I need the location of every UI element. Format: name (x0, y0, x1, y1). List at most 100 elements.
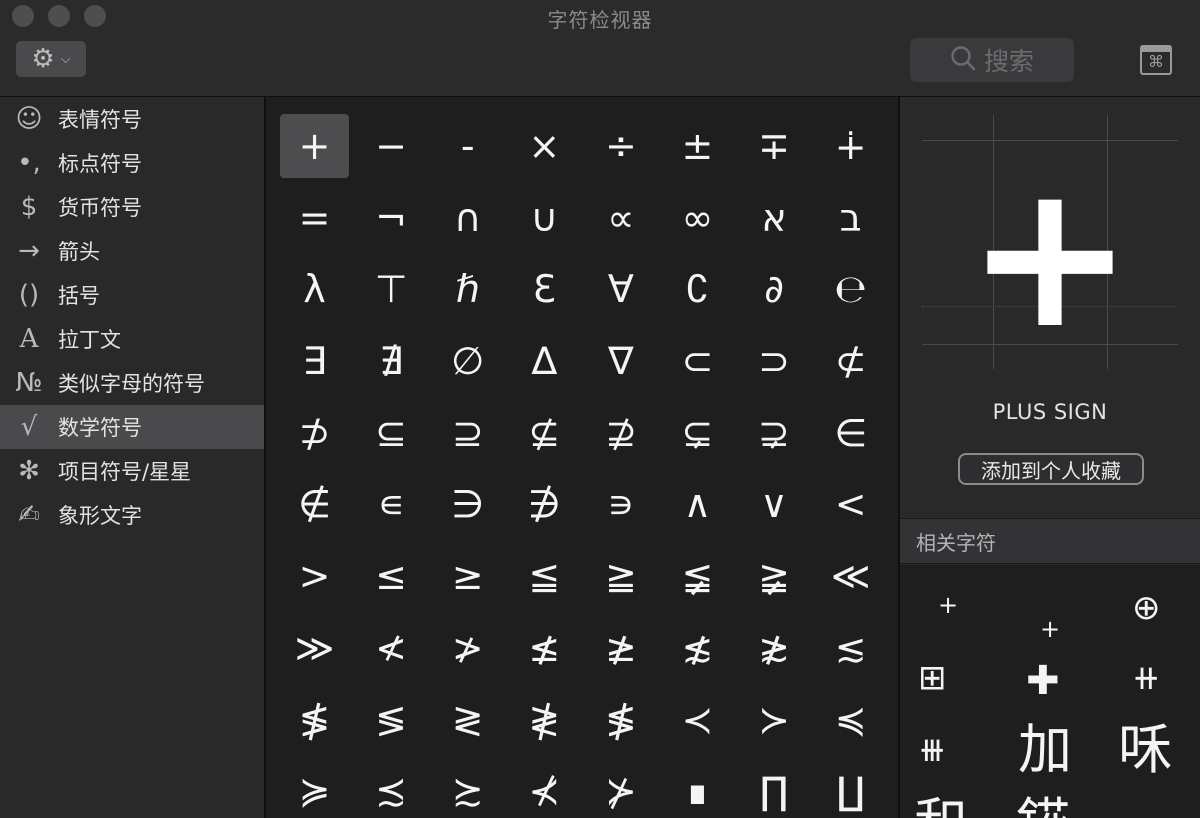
character-cell[interactable]: ≸ (586, 688, 655, 752)
related-character[interactable]: ⊞ (918, 661, 947, 695)
character-cell[interactable]: ≹ (510, 688, 579, 752)
character-cell[interactable]: ∔ (816, 114, 885, 178)
character-cell[interactable]: ≧ (586, 544, 655, 608)
character-cell[interactable]: ∇ (586, 329, 655, 393)
character-cell[interactable]: ≲ (816, 616, 885, 680)
sidebar-item-3[interactable]: → 箭头 (0, 229, 264, 273)
action-menu-button[interactable]: ⚙ ⌵ (16, 41, 86, 77)
character-cell[interactable]: ⊂ (663, 329, 732, 393)
sidebar-item-2[interactable]: $ 货币符号 (0, 185, 264, 229)
character-cell[interactable]: ∄ (357, 329, 426, 393)
character-cell[interactable]: ≾ (357, 759, 426, 818)
sidebar-item-1[interactable]: •, 标点符号 (0, 141, 264, 185)
character-cell[interactable]: ∨ (740, 472, 809, 536)
character-cell[interactable]: ∐ (816, 759, 885, 818)
character-cell[interactable]: ⊄ (816, 329, 885, 393)
character-cell[interactable]: ∩ (433, 186, 502, 250)
character-cell[interactable]: ≮ (357, 616, 426, 680)
character-cell[interactable]: ∎ (663, 759, 732, 818)
character-cell[interactable]: − (357, 114, 426, 178)
sidebar-item-9[interactable]: ✍ 象形文字 (0, 493, 264, 537)
character-cell[interactable]: ≴ (663, 616, 732, 680)
character-cell[interactable]: ∊ (357, 472, 426, 536)
character-cell[interactable]: ⊤ (357, 257, 426, 321)
sidebar-item-5[interactable]: A 拉丁文 (0, 317, 264, 361)
character-cell[interactable]: ≻ (740, 688, 809, 752)
sidebar-item-4[interactable]: () 括号 (0, 273, 264, 317)
character-cell[interactable]: ≥ (433, 544, 502, 608)
character-cell[interactable]: ⊈ (510, 401, 579, 465)
character-cell[interactable]: × (510, 114, 579, 178)
character-cell[interactable]: - (433, 114, 502, 178)
character-cell[interactable]: ≨ (663, 544, 732, 608)
character-cell[interactable]: λ (280, 257, 349, 321)
character-cell[interactable]: ℮ (816, 257, 885, 321)
related-character[interactable]: + (938, 593, 958, 617)
character-cell[interactable]: < (816, 472, 885, 536)
character-cell[interactable]: ÷ (586, 114, 655, 178)
related-character[interactable]: 和 (914, 797, 968, 818)
character-cell[interactable]: ∉ (280, 472, 349, 536)
character-cell[interactable]: ≸ (280, 688, 349, 752)
character-cell[interactable]: ≶ (357, 688, 426, 752)
character-cell[interactable]: ⊆ (357, 401, 426, 465)
related-character[interactable]: ⧻ (918, 733, 947, 767)
related-character[interactable]: 錵 (1016, 797, 1070, 818)
character-cell[interactable]: ℏ (433, 257, 502, 321)
sidebar-item-7[interactable]: √ 数学符号 (0, 405, 264, 449)
character-cell[interactable]: ∪ (510, 186, 579, 250)
character-cell[interactable]: ≪ (816, 544, 885, 608)
related-character[interactable]: 咊 (1118, 723, 1172, 777)
character-cell[interactable]: ∧ (663, 472, 732, 536)
related-character[interactable]: + (1040, 617, 1060, 641)
character-cell[interactable]: > (280, 544, 349, 608)
related-character[interactable]: ✚ (1026, 661, 1060, 701)
character-cell[interactable]: ∅ (433, 329, 502, 393)
add-to-favorites-button[interactable]: 添加到个人收藏 (958, 453, 1144, 485)
sidebar-item-8[interactable]: ✻ 项目符号/星星 (0, 449, 264, 493)
character-cell[interactable]: ∁ (663, 257, 732, 321)
character-cell[interactable]: ≯ (433, 616, 502, 680)
character-cell[interactable]: ∃ (280, 329, 349, 393)
character-cell[interactable]: ≤ (357, 544, 426, 608)
character-cell[interactable]: ∏ (740, 759, 809, 818)
related-character[interactable]: ⊕ (1132, 591, 1161, 625)
character-cell[interactable]: ⊇ (433, 401, 502, 465)
character-cell[interactable]: ⊁ (586, 759, 655, 818)
character-cell[interactable]: ≫ (280, 616, 349, 680)
character-cell[interactable]: ≦ (510, 544, 579, 608)
character-cell[interactable]: ⊉ (586, 401, 655, 465)
character-cell[interactable]: ⊀ (510, 759, 579, 818)
keyboard-viewer-button[interactable]: ⌘ (1140, 45, 1172, 75)
character-cell[interactable]: ≰ (510, 616, 579, 680)
character-cell[interactable]: ∀ (586, 257, 655, 321)
character-cell[interactable]: ∆ (510, 329, 579, 393)
character-cell[interactable]: ∝ (586, 186, 655, 250)
character-cell[interactable]: ≺ (663, 688, 732, 752)
sidebar-item-0[interactable]: ☺ 表情符号 (0, 97, 264, 141)
character-cell[interactable]: ⊅ (280, 401, 349, 465)
character-cell[interactable]: ≱ (586, 616, 655, 680)
sidebar-item-6[interactable]: № 类似字母的符号 (0, 361, 264, 405)
character-cell[interactable]: ¬ (357, 186, 426, 250)
character-cell[interactable]: ∞ (663, 186, 732, 250)
character-cell[interactable]: ∍ (586, 472, 655, 536)
character-cell[interactable]: ⊊ (663, 401, 732, 465)
character-cell[interactable]: ב (816, 186, 885, 250)
character-cell[interactable]: ∋ (433, 472, 502, 536)
character-cell[interactable]: ± (663, 114, 732, 178)
character-cell[interactable]: ≩ (740, 544, 809, 608)
character-cell[interactable]: ≿ (433, 759, 502, 818)
character-cell[interactable]: ∓ (740, 114, 809, 178)
character-cell[interactable]: + (280, 114, 349, 178)
character-cell[interactable]: ⊃ (740, 329, 809, 393)
character-cell[interactable]: ≵ (740, 616, 809, 680)
character-cell[interactable]: = (280, 186, 349, 250)
character-cell[interactable]: ≼ (816, 688, 885, 752)
character-cell[interactable]: ⊋ (740, 401, 809, 465)
character-cell[interactable]: א (740, 186, 809, 250)
character-cell[interactable]: ∈ (816, 401, 885, 465)
search-field[interactable]: 搜索 (910, 38, 1074, 82)
character-cell[interactable]: ≽ (280, 759, 349, 818)
character-cell[interactable]: ℇ (510, 257, 579, 321)
